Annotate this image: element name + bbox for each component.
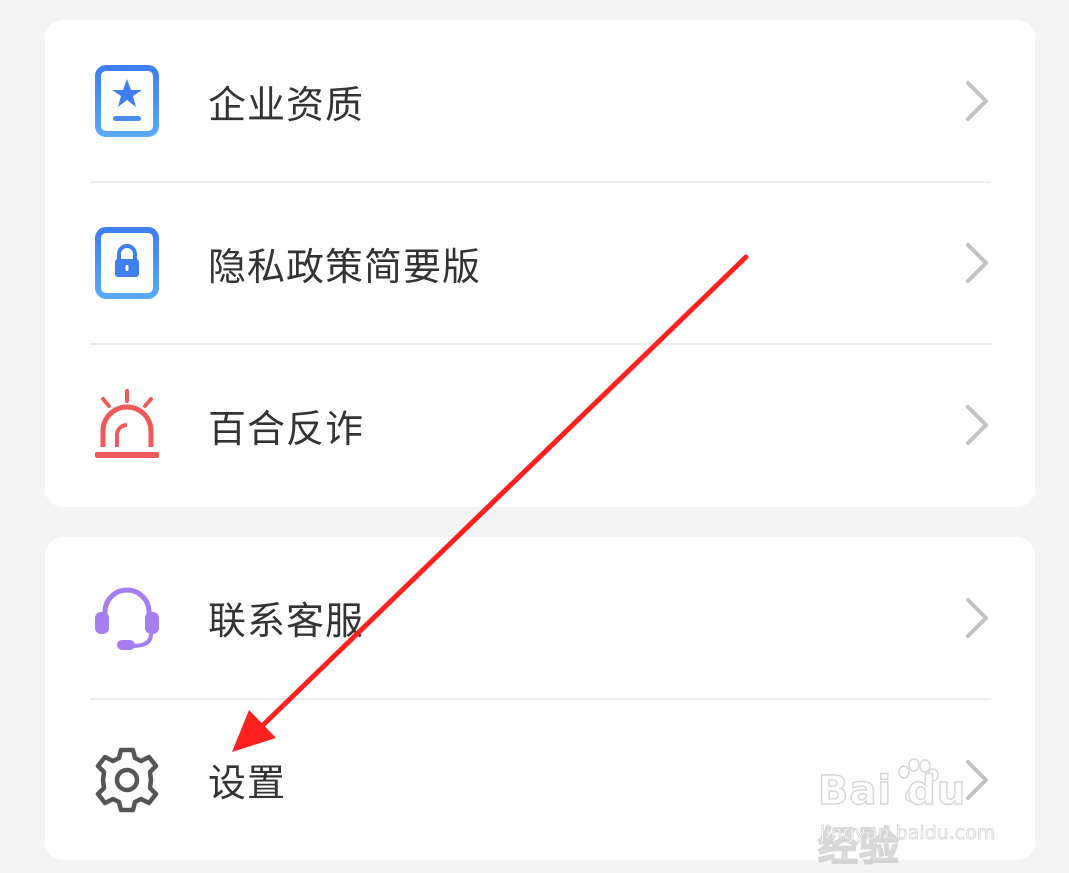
menu-item-label: 隐私政策简要版 [208, 244, 482, 289]
menu-item-customer-service[interactable]: 联系客服 [45, 537, 1035, 698]
privacy-lock-icon [93, 227, 161, 299]
gear-icon [93, 744, 161, 816]
menu-item-label: 企业资质 [208, 82, 365, 127]
menu-card-2: 联系客服 设置 [45, 537, 1035, 860]
menu-item-settings[interactable]: 设置 [45, 699, 1035, 860]
menu-item-label: 联系客服 [208, 599, 365, 643]
menu-card-1: 企业资质 隐私政策简要版 百合反诈 [45, 20, 1035, 507]
menu-item-label: 百合反诈 [208, 406, 365, 451]
chevron-right-icon [963, 758, 991, 802]
menu-item-privacy-policy[interactable]: 隐私政策简要版 [45, 182, 1035, 344]
menu-item-anti-fraud[interactable]: 百合反诈 [45, 344, 1035, 506]
menu-item-enterprise-qualification[interactable]: 企业资质 [45, 20, 1035, 182]
chevron-right-icon [963, 596, 991, 640]
menu-screen: 企业资质 隐私政策简要版 百合反诈 联系客服 设置 Bai du 经验 jing… [0, 0, 1069, 873]
menu-item-label: 设置 [208, 761, 287, 805]
chevron-right-icon [963, 79, 991, 123]
certificate-star-icon [93, 65, 161, 137]
headset-icon [93, 582, 161, 654]
alarm-siren-icon [93, 389, 161, 461]
chevron-right-icon [963, 241, 991, 285]
chevron-right-icon [963, 403, 991, 447]
